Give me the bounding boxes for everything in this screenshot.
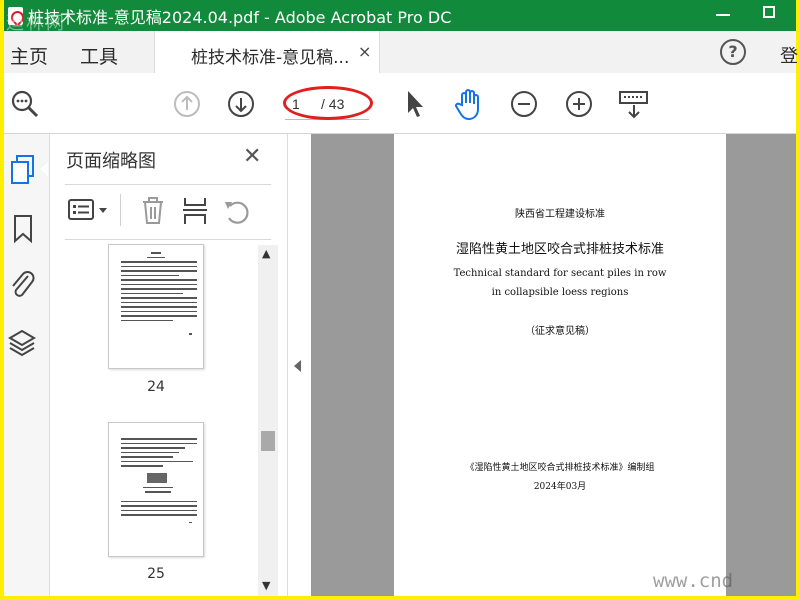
select-cursor-icon[interactable] bbox=[404, 89, 426, 119]
delete-trash-icon[interactable] bbox=[140, 196, 166, 226]
thumbnail-page-number: 25 bbox=[147, 566, 165, 582]
collapse-panel-icon[interactable] bbox=[294, 360, 301, 372]
panel-title: 页面缩略图 bbox=[66, 151, 156, 172]
doc-issuer: 陕西省工程建设标准 bbox=[515, 209, 605, 220]
rotate-page-icon[interactable] bbox=[222, 196, 252, 226]
title-bar: 桩技术标准-意见稿2024.04.pdf - Adobe Acrobat Pro… bbox=[4, 0, 796, 34]
scroll-up-icon[interactable]: ▲ bbox=[262, 247, 270, 260]
thumbnail-page[interactable] bbox=[108, 244, 204, 369]
thumbnail-page[interactable] bbox=[108, 422, 204, 557]
tools-menu-link[interactable]: 工具 bbox=[80, 42, 118, 69]
maximize-button[interactable] bbox=[763, 6, 775, 18]
panel-close-icon[interactable]: ✕ bbox=[243, 144, 261, 169]
doc-title-english-2: in collapsible loess regions bbox=[491, 287, 629, 298]
scroll-down-icon[interactable]: ▼ bbox=[262, 579, 270, 592]
tab-close-icon[interactable]: × bbox=[358, 42, 371, 61]
page-thumbnails-panel: 页面缩略图 ✕ 24 25 bbox=[50, 134, 287, 596]
left-navigation-rail bbox=[4, 134, 50, 596]
doc-date: 2024年03月 bbox=[533, 482, 587, 492]
bottom-watermark: www.cnd bbox=[653, 570, 734, 592]
panel-divider bbox=[65, 239, 271, 240]
home-menu-link[interactable]: 主页 bbox=[10, 42, 48, 69]
red-annotation-oval bbox=[283, 86, 373, 120]
page-thumbnails-icon[interactable] bbox=[9, 154, 37, 186]
minimize-button[interactable] bbox=[716, 14, 730, 16]
previous-page-icon[interactable] bbox=[173, 90, 201, 118]
read-mode-keyboard-icon[interactable] bbox=[618, 89, 650, 121]
bookmark-icon[interactable] bbox=[12, 214, 34, 244]
help-button[interactable]: ? bbox=[720, 39, 746, 65]
doc-title-chinese: 湿陷性黄土地区咬合式排桩技术标准 bbox=[455, 242, 664, 257]
document-page: 陕西省工程建设标准 湿陷性黄土地区咬合式排桩技术标准 Technical sta… bbox=[394, 134, 726, 596]
panel-pointer-icon bbox=[40, 162, 48, 176]
thumbnail-page-number: 24 bbox=[147, 379, 165, 395]
next-page-icon[interactable] bbox=[227, 90, 255, 118]
toolbar-separator bbox=[120, 194, 121, 226]
zoom-in-icon[interactable] bbox=[565, 90, 593, 118]
doc-title-english-1: Technical standard for secant piles in r… bbox=[453, 268, 667, 279]
document-tab-label: 桩技术标准-意见稿... bbox=[191, 48, 350, 68]
panel-splitter[interactable] bbox=[287, 134, 311, 596]
panel-divider bbox=[65, 184, 271, 185]
thumbnail-options-icon[interactable] bbox=[67, 198, 111, 222]
thumbnail-scrollbar[interactable]: ▲ ▼ bbox=[258, 245, 278, 596]
menu-row: 主页 工具 桩技术标准-意见稿... × ? 登 bbox=[4, 31, 798, 74]
zoom-out-icon[interactable] bbox=[510, 90, 538, 118]
sign-in-link[interactable]: 登 bbox=[780, 42, 798, 68]
doc-compiler: 《湿陷性黄土地区咬合式排桩技术标准》编制组 bbox=[465, 463, 655, 473]
search-zoom-icon[interactable] bbox=[10, 89, 40, 119]
document-tab[interactable]: 桩技术标准-意见稿... × bbox=[154, 31, 380, 74]
insert-page-icon[interactable] bbox=[181, 196, 209, 226]
attachment-paperclip-icon[interactable] bbox=[8, 268, 36, 300]
hand-tool-icon[interactable] bbox=[454, 87, 486, 121]
main-toolbar: / 43 bbox=[4, 73, 796, 134]
window-title: 桩技术标准-意见稿2024.04.pdf - Adobe Acrobat Pro… bbox=[28, 8, 452, 27]
page-number-box: / 43 bbox=[283, 86, 373, 120]
doc-draft-label: （征求意见稿） bbox=[525, 326, 595, 337]
layers-icon[interactable] bbox=[7, 328, 37, 358]
document-view[interactable]: 陕西省工程建设标准 湿陷性黄土地区咬合式排桩技术标准 Technical sta… bbox=[311, 134, 796, 596]
scrollbar-thumb[interactable] bbox=[261, 431, 275, 451]
